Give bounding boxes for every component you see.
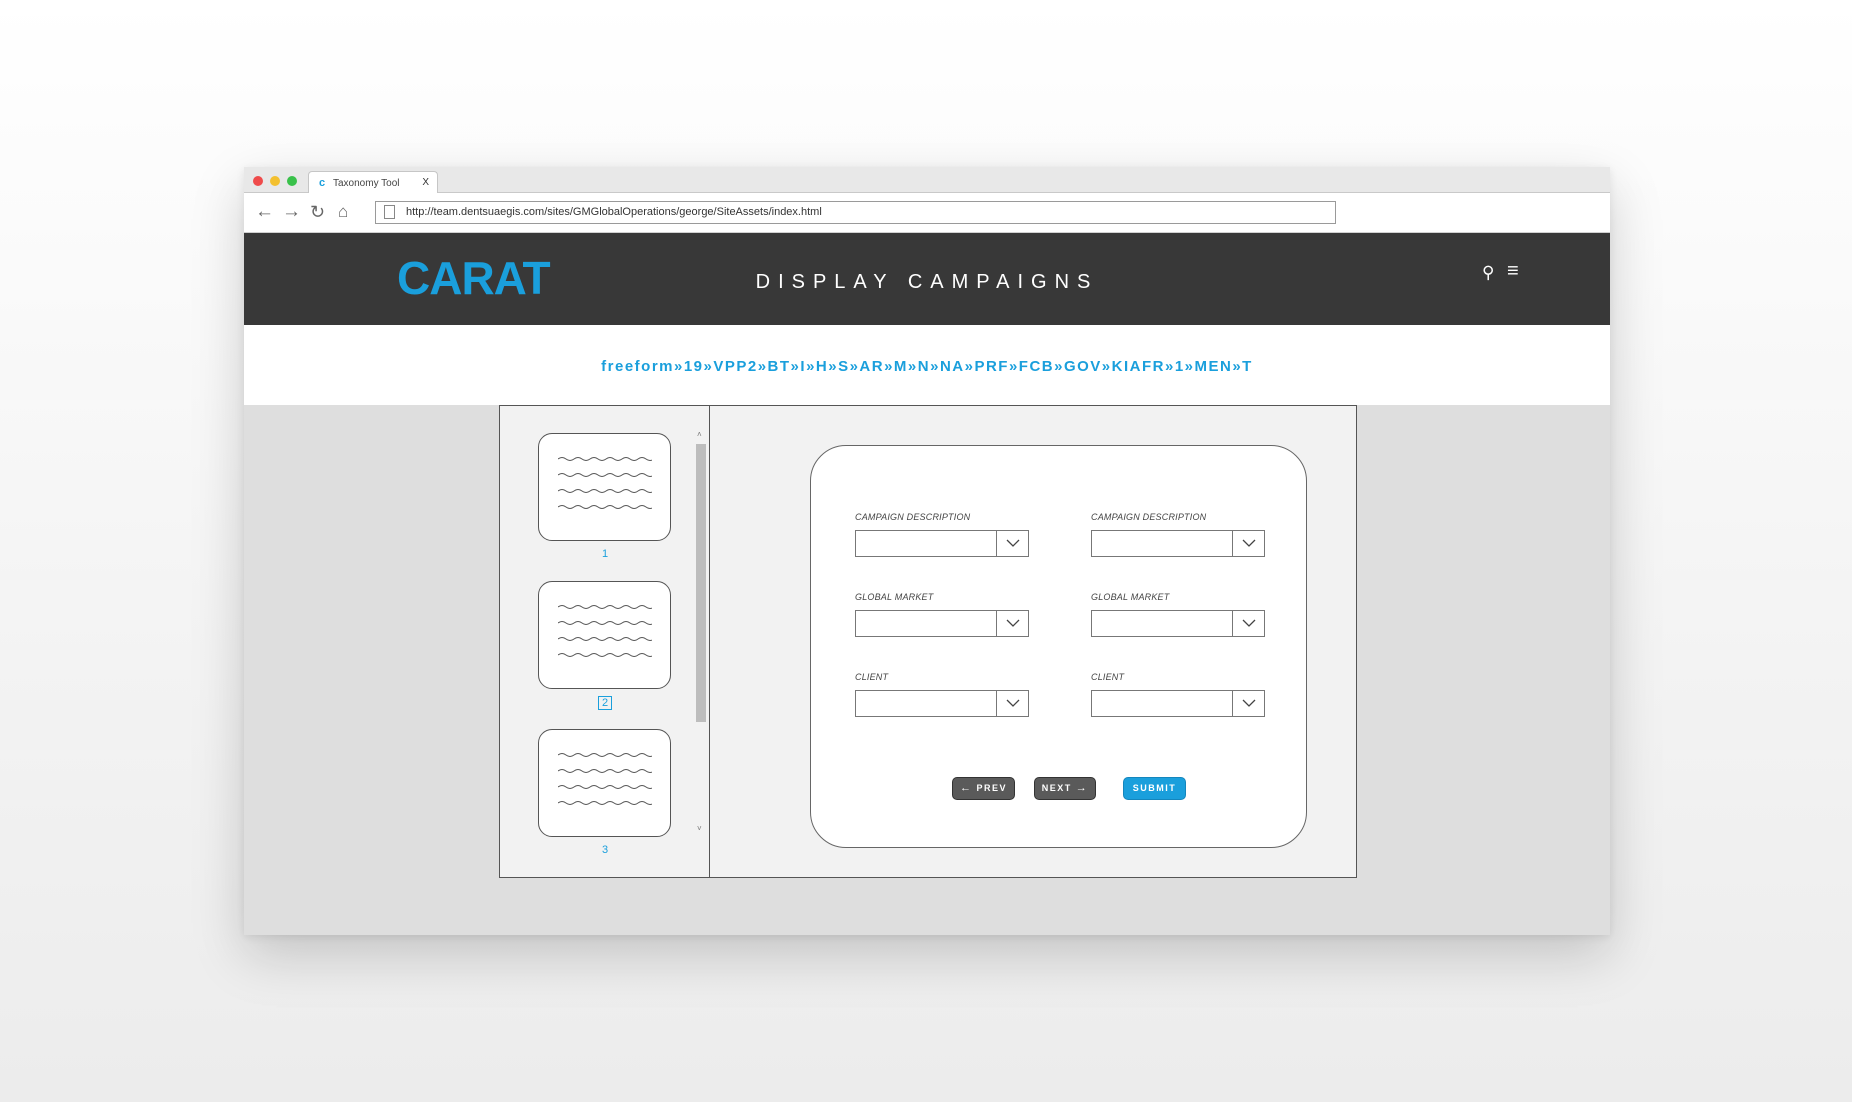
tab-bar: c Taxonomy Tool X	[244, 167, 1610, 194]
campaign-description-select-right[interactable]	[1091, 530, 1265, 557]
client-select-right[interactable]	[1091, 690, 1265, 717]
chevron-down-icon[interactable]	[996, 691, 1028, 716]
submit-label: SUBMIT	[1132, 783, 1177, 793]
page-thumbnail-3[interactable]	[538, 729, 671, 837]
wave-line-icon	[558, 637, 652, 641]
form-content: CAMPAIGN DESCRIPTION GLOBAL MARKET CLIEN…	[711, 406, 1356, 877]
back-arrow-icon[interactable]: ←	[255, 201, 274, 223]
form-card: CAMPAIGN DESCRIPTION GLOBAL MARKET CLIEN…	[810, 445, 1307, 848]
carat-favicon-icon: c	[319, 177, 326, 189]
tab-title: Taxonomy Tool	[333, 178, 400, 189]
url-text: http://team.dentsuaegis.com/sites/GMGlob…	[406, 206, 822, 218]
wave-line-icon	[558, 489, 652, 493]
reload-icon[interactable]: ↻	[310, 201, 325, 223]
taxonomy-strip: freeform»19»VPP2»BT»I»H»S»AR»M»N»NA»PRF»…	[244, 325, 1610, 405]
browser-window: c Taxonomy Tool X ← → ↻ ⌂ http://team.de…	[244, 167, 1610, 935]
wave-line-icon	[558, 753, 652, 757]
search-icon[interactable]: ⚲	[1482, 263, 1494, 283]
url-input[interactable]: http://team.dentsuaegis.com/sites/GMGlob…	[375, 201, 1336, 224]
minimize-window-button[interactable]	[270, 176, 280, 186]
wave-line-icon	[558, 473, 652, 477]
campaign-description-label-left: CAMPAIGN DESCRIPTION	[855, 512, 971, 522]
taxonomy-string: freeform»19»VPP2»BT»I»H»S»AR»M»N»NA»PRF»…	[601, 358, 1253, 375]
wave-line-icon	[558, 605, 652, 609]
wave-line-icon	[558, 621, 652, 625]
arrow-left-icon: ←	[959, 782, 973, 794]
page-number-3[interactable]: 3	[500, 844, 710, 856]
arrow-right-icon: →	[1075, 782, 1089, 794]
hamburger-menu-icon[interactable]: ≡	[1507, 260, 1519, 283]
close-window-button[interactable]	[253, 176, 263, 186]
chevron-down-icon[interactable]	[1232, 611, 1264, 636]
next-button[interactable]: NEXT →	[1034, 777, 1096, 800]
tab-close-icon[interactable]: X	[422, 177, 429, 188]
submit-button[interactable]: SUBMIT	[1123, 777, 1186, 800]
app-frame: 1 2 3 ˄ ˅ CAMPAIGN DESCRIPTION GLOBAL MA…	[499, 405, 1357, 878]
global-market-select-left[interactable]	[855, 610, 1029, 637]
wave-line-icon	[558, 785, 652, 789]
chevron-down-icon[interactable]	[996, 611, 1028, 636]
global-market-label-right: GLOBAL MARKET	[1091, 592, 1170, 602]
client-label-right: CLIENT	[1091, 672, 1125, 682]
page-title: DISPLAY CAMPAIGNS	[755, 271, 1099, 293]
maximize-window-button[interactable]	[287, 176, 297, 186]
wave-line-icon	[558, 457, 652, 461]
global-market-label-left: GLOBAL MARKET	[855, 592, 934, 602]
campaign-description-label-right: CAMPAIGN DESCRIPTION	[1091, 512, 1207, 522]
page-thumbnail-sidebar: 1 2 3 ˄ ˅	[500, 406, 710, 877]
page-number-1[interactable]: 1	[500, 548, 710, 560]
prev-label: PREV	[976, 783, 1008, 793]
browser-tab[interactable]: c Taxonomy Tool X	[308, 171, 438, 194]
wave-line-icon	[558, 505, 652, 509]
campaign-description-select-left[interactable]	[855, 530, 1029, 557]
chevron-down-icon[interactable]	[1232, 691, 1264, 716]
page-number-2[interactable]: 2	[500, 696, 710, 710]
wave-line-icon	[558, 653, 652, 657]
sidebar-scrollbar[interactable]	[696, 444, 706, 722]
scroll-down-icon[interactable]: ˅	[697, 824, 702, 833]
prev-button[interactable]: ← PREV	[952, 777, 1015, 800]
scroll-up-icon[interactable]: ˄	[697, 430, 702, 439]
address-bar: ← → ↻ ⌂ http://team.dentsuaegis.com/site…	[244, 193, 1610, 233]
client-select-left[interactable]	[855, 690, 1029, 717]
chevron-down-icon[interactable]	[996, 531, 1028, 556]
forward-arrow-icon[interactable]: →	[282, 201, 301, 223]
chevron-down-icon[interactable]	[1232, 531, 1264, 556]
site-header: CARAT DISPLAY CAMPAIGNS ⚲ ≡	[244, 233, 1610, 325]
global-market-select-right[interactable]	[1091, 610, 1265, 637]
wave-line-icon	[558, 769, 652, 773]
page-icon	[384, 205, 395, 219]
next-label: NEXT	[1041, 783, 1072, 793]
wave-line-icon	[558, 801, 652, 805]
home-icon[interactable]: ⌂	[338, 201, 348, 223]
client-label-left: CLIENT	[855, 672, 889, 682]
page-thumbnail-2[interactable]	[538, 581, 671, 689]
page-thumbnail-1[interactable]	[538, 433, 671, 541]
